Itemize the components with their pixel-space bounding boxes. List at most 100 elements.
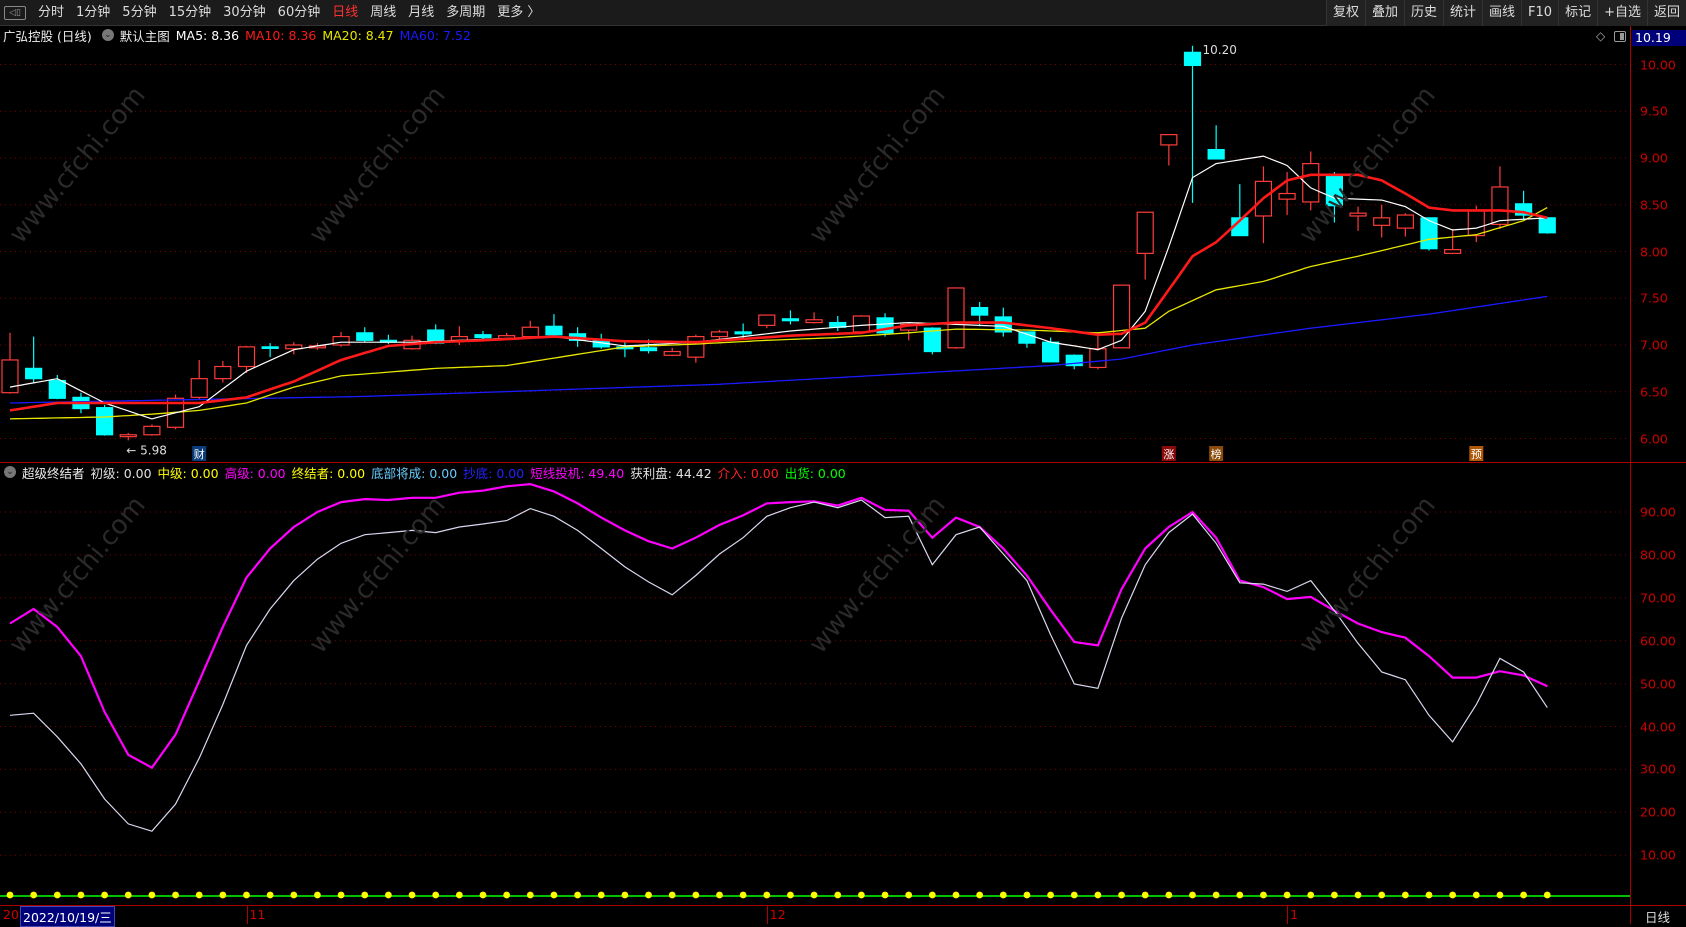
signal-dot bbox=[1047, 891, 1054, 899]
indicator-dropdown-icon[interactable]: ⌄ bbox=[4, 466, 16, 478]
candlestick-chart[interactable]: 10.20 ← 5.98 财 涨 榜 预 bbox=[0, 44, 1630, 462]
action-buttons: 复权 叠加 历史 统计 画线 F10 标记 +自选 返回 bbox=[1325, 0, 1686, 26]
template-name[interactable]: 默认主图 bbox=[120, 26, 170, 45]
signal-dot bbox=[337, 891, 345, 899]
price-tick-label: 7.00 bbox=[1640, 337, 1668, 353]
candle bbox=[852, 315, 871, 333]
action-button-6[interactable]: 标记 bbox=[1558, 0, 1598, 26]
candle-body bbox=[1278, 192, 1296, 200]
candle-body bbox=[214, 365, 232, 380]
signal-dot bbox=[77, 891, 85, 899]
tab-period-7[interactable]: 周线 bbox=[364, 0, 402, 26]
signal-dot bbox=[1212, 891, 1220, 899]
candle bbox=[1302, 151, 1320, 211]
action-button-7[interactable]: +自选 bbox=[1597, 0, 1647, 26]
candle bbox=[1160, 134, 1178, 166]
candle bbox=[1231, 184, 1249, 237]
last-price-box: 10.19 bbox=[1632, 30, 1686, 46]
candle bbox=[758, 314, 776, 329]
candle bbox=[119, 432, 137, 441]
candle bbox=[95, 404, 114, 436]
tab-period-9[interactable]: 多周期 bbox=[440, 0, 491, 26]
candle bbox=[781, 310, 800, 325]
tab-period-8[interactable]: 月线 bbox=[402, 0, 440, 26]
signal-dot bbox=[195, 891, 203, 899]
ma60-value: MA60: 7.52 bbox=[399, 27, 471, 43]
period-label[interactable]: 日线 bbox=[1645, 907, 1670, 926]
candle-body bbox=[190, 378, 208, 398]
candle bbox=[214, 360, 232, 383]
signal-dot bbox=[290, 891, 298, 899]
stock-title: 广弘控股 (日线) bbox=[3, 28, 92, 44]
candle bbox=[332, 331, 350, 347]
action-button-5[interactable]: F10 bbox=[1521, 0, 1559, 26]
action-button-1[interactable]: 叠加 bbox=[1364, 0, 1404, 26]
candle bbox=[1, 332, 19, 394]
signal-dot bbox=[1331, 891, 1338, 899]
signal-dot bbox=[1094, 891, 1102, 899]
signal-dot bbox=[574, 891, 581, 899]
action-button-0[interactable]: 复权 bbox=[1325, 0, 1365, 26]
date-axis: 20 2022/10/19/三 11 12 1 bbox=[0, 905, 1630, 927]
ma20-line bbox=[9, 207, 1548, 420]
signal-dot bbox=[645, 891, 652, 899]
signal-dot bbox=[30, 891, 38, 899]
candle bbox=[1396, 213, 1414, 237]
panel-toggle-icon[interactable] bbox=[1614, 31, 1626, 42]
candle-body bbox=[1467, 209, 1485, 237]
short-term-line bbox=[9, 482, 1548, 770]
candle-body bbox=[1183, 51, 1202, 67]
month-tick bbox=[1287, 905, 1289, 924]
date-axis-start: 20 bbox=[3, 907, 19, 922]
candle bbox=[1041, 337, 1060, 363]
tab-period-10[interactable]: 更多 〉 bbox=[491, 0, 546, 26]
tab-period-5[interactable]: 60分钟 bbox=[272, 0, 327, 26]
tab-period-3[interactable]: 15分钟 bbox=[163, 0, 218, 26]
tab-period-0[interactable]: 分时 bbox=[32, 0, 70, 26]
tab-period-1[interactable]: 1分钟 bbox=[70, 0, 116, 26]
indicator-chart[interactable] bbox=[0, 480, 1630, 905]
candle-body bbox=[119, 434, 137, 438]
indicator-name[interactable]: 超级终结者 bbox=[22, 463, 85, 482]
action-button-4[interactable]: 画线 bbox=[1482, 0, 1522, 26]
signal-dot bbox=[1236, 891, 1244, 899]
indicator-field-1: 中级: 0.00 bbox=[157, 465, 219, 481]
candle-body bbox=[1136, 211, 1154, 254]
indicator-field-2: 高级: 0.00 bbox=[224, 465, 286, 481]
candle-body bbox=[1041, 341, 1060, 363]
indicator-tick-label: 10.00 bbox=[1640, 847, 1676, 863]
candle bbox=[1444, 229, 1462, 254]
price-tick-label: 7.50 bbox=[1640, 290, 1668, 306]
action-button-2[interactable]: 历史 bbox=[1403, 0, 1443, 26]
candle-body bbox=[758, 314, 776, 326]
diamond-icon[interactable]: ◇ bbox=[1596, 29, 1605, 43]
ma20-value: MA20: 8.47 bbox=[322, 27, 394, 43]
signal-dot bbox=[1543, 891, 1551, 899]
action-button-3[interactable]: 统计 bbox=[1443, 0, 1483, 26]
signal-dot bbox=[1449, 891, 1457, 899]
tab-period-2[interactable]: 5分钟 bbox=[116, 0, 162, 26]
candle bbox=[356, 327, 374, 343]
candle bbox=[1207, 125, 1225, 160]
signal-dot bbox=[124, 891, 132, 899]
signal-dot bbox=[881, 891, 889, 899]
month-tick bbox=[766, 905, 768, 924]
indicator-field-0: 初级: 0.00 bbox=[90, 465, 152, 481]
price-tick-label: 8.00 bbox=[1640, 244, 1668, 259]
template-dropdown-icon[interactable]: ⌄ bbox=[101, 29, 114, 41]
action-button-8[interactable]: 返回 bbox=[1646, 0, 1686, 26]
candle-body bbox=[805, 319, 823, 324]
signal-dot bbox=[526, 891, 534, 899]
signal-dot bbox=[1401, 891, 1409, 899]
indicator-fields: 初级: 0.00 中级: 0.00 高级: 0.00 终结者: 0.00 底部将成: 0… bbox=[91, 463, 852, 482]
indicator-tick-label: 80.00 bbox=[1640, 547, 1676, 563]
signal-dot bbox=[1260, 891, 1267, 899]
tab-period-6[interactable]: 日线 bbox=[326, 0, 364, 26]
candle bbox=[1065, 354, 1083, 370]
candle-body bbox=[1325, 174, 1344, 207]
signal-dot bbox=[1472, 891, 1480, 899]
tab-period-4[interactable]: 30分钟 bbox=[217, 0, 272, 26]
collapse-panel-icon[interactable]: ◁▯ bbox=[4, 5, 26, 20]
candle-body bbox=[1396, 214, 1414, 229]
indicator-tick-label: 30.00 bbox=[1640, 761, 1676, 777]
